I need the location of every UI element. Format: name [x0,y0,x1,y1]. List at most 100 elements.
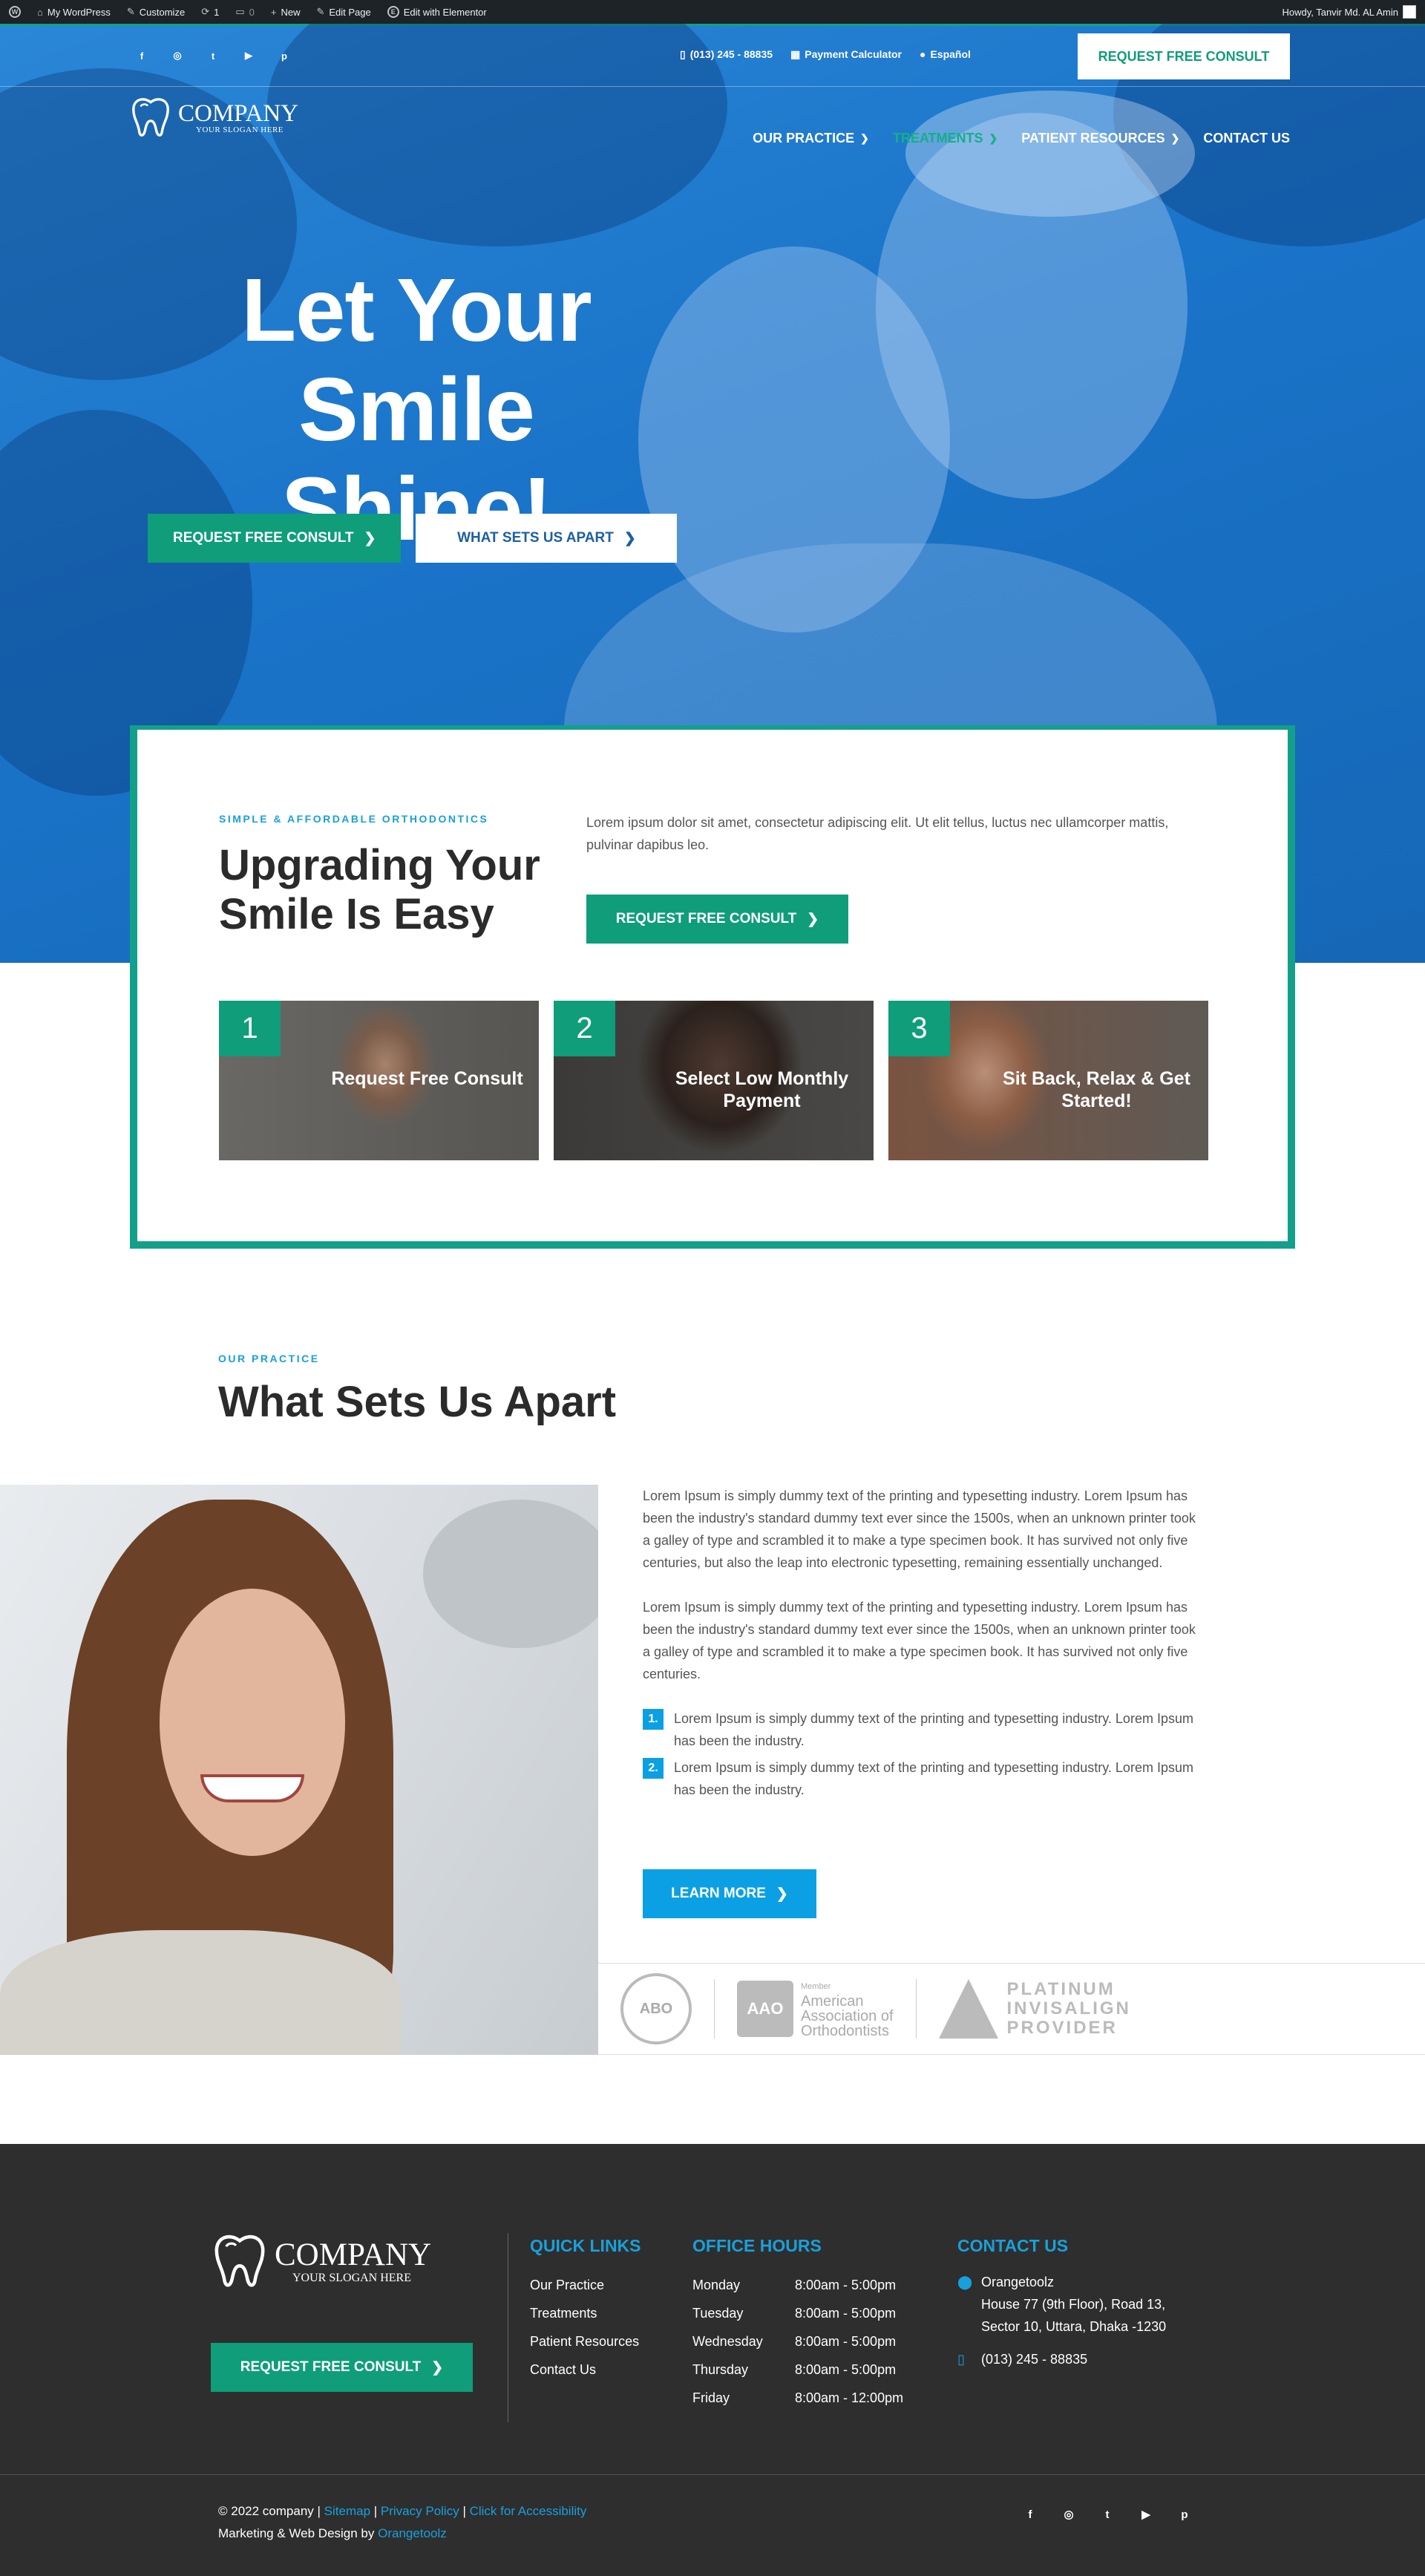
pinterest-icon[interactable]: p [276,48,292,64]
steps-card: SIMPLE & AFFORDABLE ORTHODONTICS Upgradi… [130,725,1295,1249]
footer-phone-link[interactable]: ▯ (013) 245 - 88835 [957,2348,1166,2370]
home-icon: ⌂ [37,6,43,18]
step-card-1[interactable]: 1 Request Free Consult [219,1001,539,1160]
calculator-icon: ▦ [790,48,801,60]
instagram-icon[interactable]: ◎ [1061,2506,1077,2523]
apart-body: Lorem Ipsum is simply dummy text of the … [643,1485,1199,1805]
sitemap-link[interactable]: Sitemap [324,2504,370,2518]
steps-list: 1 Request Free Consult 2 Select Low Mont… [219,1001,1208,1160]
footer-link-contact-us[interactable]: Contact Us [530,2356,641,2384]
utility-bar: f ◎ t ▶ p ▯ (013) 245 - 88835 ▦ Payment Ca… [0,26,1425,87]
hours-row: Wednesday 8:00am - 5:00pm [692,2334,897,2349]
hours-row: Tuesday 8:00am - 5:00pm [692,2306,897,2321]
apart-list: 1. Lorem Ipsum is simply dummy text of th… [643,1707,1199,1801]
certification-badges: ABO AAO Member American Association of O… [598,1963,1425,2055]
admin-elementor-link[interactable]: E Edit with Elementor [387,6,487,18]
footer-link-patient-resources[interactable]: Patient Resources [530,2327,641,2356]
main-nav: OUR PRACTICE ❯ TREATMENTS ❯ PATIENT RESOUR… [753,131,1290,146]
hours-row: Monday 8:00am - 5:00pm [692,2278,897,2292]
steps-intro: Lorem ipsum dolor sit amet, consectetur … [586,815,1169,852]
language-link[interactable]: ● Español [920,48,971,61]
list-item: 2. Lorem Ipsum is simply dummy text of th… [643,1756,1199,1801]
site-footer: COMPANY YOUR SLOGAN HERE REQUEST FREE CO… [0,2144,1425,2576]
hours-row: Friday 8:00am - 12:00pm [692,2390,904,2405]
instagram-icon[interactable]: ◎ [169,48,186,64]
privacy-policy-link[interactable]: Privacy Policy [381,2504,459,2518]
avatar [1403,5,1416,19]
aao-badge: AAO Member American Association of Ortho… [737,1979,894,2039]
admin-new-link[interactable]: + New [271,7,301,18]
apart-eyebrow: OUR PRACTICE [218,1353,320,1364]
steps-title: Upgrading Your Smile Is Easy [219,841,540,938]
divider [714,1979,715,2039]
nav-treatments[interactable]: TREATMENTS ❯ [893,131,998,146]
footer-office-hours: OFFICE HOURS Monday 8:00am - 5:00pm Tuesd… [692,2236,903,2412]
admin-edit-page-link[interactable]: ✎ Edit Page [316,6,370,18]
facebook-icon[interactable]: f [1022,2506,1038,2523]
divider [915,1979,917,2039]
footer-logo[interactable]: COMPANY YOUR SLOGAN HERE [211,2233,431,2291]
invisalign-logo-icon [938,1979,998,2039]
wp-admin-bar: W ⌂ My WordPress ✎ Customize ⟳ 1 ▭ 0 + New ✎ E… [0,0,1425,24]
pinterest-icon[interactable]: p [1176,2506,1193,2523]
chevron-right-icon: ❯ [807,911,819,927]
facebook-icon[interactable]: f [134,48,150,64]
footer-contact: CONTACT US ⬤ Orangetoolz House 77 (9th F… [957,2236,1166,2381]
footer-copyright: © 2022 company | Sitemap | Privacy Polic… [218,2504,587,2540]
chevron-right-icon: ❯ [431,2359,444,2376]
chevron-right-icon: ❯ [364,530,376,546]
footer-quick-links: QUICK LINKS Our Practice Treatments Pati… [530,2236,641,2384]
pencil-icon: ✎ [316,6,325,17]
nav-patient-resources[interactable]: PATIENT RESOURCES ❯ [1021,131,1179,146]
list-item: 1. Lorem Ipsum is simply dummy text of th… [643,1707,1199,1752]
abo-badge: ABO [620,1973,692,2044]
nav-contact-us[interactable]: CONTACT US [1203,131,1290,146]
tooth-icon [214,2235,265,2287]
chevron-down-icon: ❯ [989,132,998,144]
hero-apart-button[interactable]: WHAT SETS US APART ❯ [416,514,678,563]
youtube-icon[interactable]: ▶ [240,48,257,64]
payment-calculator-link[interactable]: ▦ Payment Calculator [790,48,902,61]
admin-comments-link[interactable]: ▭ 0 [235,6,255,18]
chevron-down-icon: ❯ [1170,132,1180,144]
admin-account-menu[interactable]: Howdy, Tanvir Md. AL Amin [1282,5,1416,19]
footer-address: ⬤ Orangetoolz House 77 (9th Floor), Road… [957,2271,1166,2338]
elementor-icon: E [387,6,399,18]
twitter-icon[interactable]: t [205,48,221,64]
brush-icon: ✎ [126,6,135,17]
learn-more-button[interactable]: LEARN MORE ❯ [643,1869,816,1918]
footer-link-our-practice[interactable]: Our Practice [530,2271,641,2299]
divider [0,2474,1425,2475]
wordpress-logo-icon[interactable]: W [9,6,21,18]
step-card-2[interactable]: 2 Select Low Monthly Payment [554,1001,874,1160]
steps-consult-button[interactable]: REQUEST FREE CONSULT ❯ [586,895,848,944]
site-logo[interactable]: COMPANY YOUR SLOGAN HERE [129,97,298,140]
credit-link[interactable]: Orangetoolz [378,2526,447,2540]
admin-site-link[interactable]: ⌂ My WordPress [37,7,111,18]
updates-icon: ⟳ [201,6,210,17]
comment-icon: ▭ [235,6,245,17]
admin-updates-link[interactable]: ⟳ 1 [201,6,219,18]
chevron-down-icon: ❯ [860,132,869,144]
header-socials: f ◎ t ▶ p [134,48,292,64]
twitter-icon[interactable]: t [1099,2506,1116,2523]
plus-icon: + [270,6,277,18]
footer-link-treatments[interactable]: Treatments [530,2299,641,2327]
nav-our-practice[interactable]: OUR PRACTICE ❯ [753,131,869,146]
smiling-woman-photo [0,1485,598,2055]
footer-consult-button[interactable]: REQUEST FREE CONSULT ❯ [211,2343,473,2392]
hero-consult-button[interactable]: REQUEST FREE CONSULT ❯ [148,514,402,563]
chat-icon: ● [919,48,926,60]
accessibility-link[interactable]: Click for Accessibility [470,2504,587,2518]
header-phone-link[interactable]: ▯ (013) 245 - 88835 [680,48,773,61]
header-consult-button[interactable]: REQUEST FREE CONSULT [1078,33,1290,79]
apart-title: What Sets Us Apart [218,1378,617,1426]
tooth-icon [132,98,169,137]
phone-icon: ▯ [957,2352,965,2367]
step-card-3[interactable]: 3 Sit Back, Relax & Get Started! [888,1001,1208,1160]
chevron-right-icon: ❯ [776,1886,788,1902]
hours-row: Thursday 8:00am - 5:00pm [692,2362,897,2377]
youtube-icon[interactable]: ▶ [1138,2506,1154,2523]
admin-customize-link[interactable]: ✎ Customize [127,6,185,18]
location-pin-icon: ⬤ [957,2275,973,2289]
